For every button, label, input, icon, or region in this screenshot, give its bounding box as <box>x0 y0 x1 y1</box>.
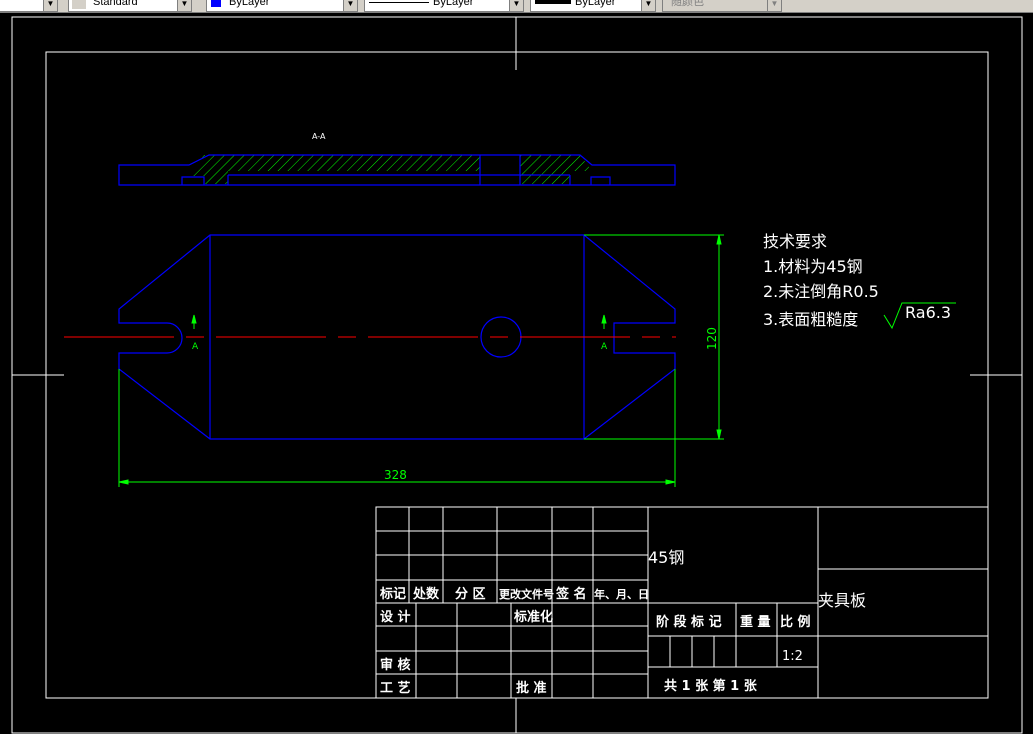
text-style-icon <box>72 0 86 9</box>
properties-toolbar: ▼ Standard ▼ ByLayer ▼ ByLayer ▼ ByLayer… <box>0 0 1033 13</box>
chevron-down-icon[interactable]: ▼ <box>177 0 191 11</box>
process-label: 工 艺 <box>380 680 411 696</box>
header-count: 处数 <box>412 586 440 602</box>
roughness-value: Ra6.3 <box>905 303 951 322</box>
text-style-value: Standard <box>93 0 138 8</box>
material-value: 45钢 <box>648 548 684 567</box>
plot-style-combo[interactable]: 随颜色 ▼ <box>662 0 782 12</box>
section-hatch-left <box>189 155 480 184</box>
scale-value: 1:2 <box>782 649 803 664</box>
linetype-scale-combo[interactable]: ▼ <box>0 0 58 12</box>
dimension-width-label: 328 <box>384 468 407 482</box>
stage-mark-label: 阶 段 标 记 <box>656 614 722 630</box>
lineweight-preview-icon <box>535 0 571 4</box>
chevron-down-icon[interactable]: ▼ <box>641 0 655 11</box>
technical-notes: 技术要求 1.材料为45钢 2.未注倒角R0.5 3.表面粗糙度 Ra6.3 <box>763 232 956 330</box>
review-label: 审 核 <box>380 657 411 673</box>
drawing-canvas[interactable]: A-A A A 328 120 技术要求 1.材料为45钢 2.未注倒角R0.5… <box>0 13 1033 734</box>
header-zone: 分 区 <box>455 586 486 602</box>
part-name: 夹具板 <box>818 591 866 610</box>
section-arrow-label-left: A <box>192 342 199 352</box>
section-step-right <box>590 176 611 185</box>
notes-title: 技术要求 <box>763 232 827 251</box>
header-doc: 更改文件号 <box>499 587 554 601</box>
color-value: ByLayer <box>229 0 270 8</box>
notes-line-3: 3.表面粗糙度 <box>763 310 858 329</box>
sheets-label: 共 1 张 第 1 张 <box>664 678 758 694</box>
notes-line-2: 2.未注倒角R0.5 <box>763 282 879 301</box>
dimension-height-label: 120 <box>705 327 719 350</box>
section-arrow-label-right: A <box>601 342 608 352</box>
chevron-down-icon[interactable]: ▼ <box>767 0 781 11</box>
section-step-left <box>181 176 205 185</box>
chevron-down-icon[interactable]: ▼ <box>343 0 357 11</box>
lineweight-combo[interactable]: ByLayer ▼ <box>530 0 656 12</box>
chevron-down-icon[interactable]: ▼ <box>43 0 57 11</box>
section-label: A-A <box>312 132 326 141</box>
linetype-value: ByLayer <box>433 0 474 8</box>
color-combo[interactable]: ByLayer ▼ <box>206 0 358 12</box>
chevron-down-icon[interactable]: ▼ <box>509 0 523 11</box>
title-block <box>375 506 989 699</box>
notes-line-1: 1.材料为45钢 <box>763 257 863 276</box>
design-label: 设 计 <box>380 609 411 625</box>
section-arrows <box>191 314 607 329</box>
header-sign: 签 名 <box>555 586 587 602</box>
section-hatch-right <box>520 155 592 184</box>
header-mark: 标记 <box>379 586 406 602</box>
section-view <box>118 154 676 186</box>
linetype-preview-icon <box>369 2 429 3</box>
plot-style-value: 随颜色 <box>671 0 704 8</box>
color-swatch-icon <box>211 0 221 7</box>
weight-label: 重 量 <box>740 614 771 630</box>
linetype-combo[interactable]: ByLayer ▼ <box>364 0 524 12</box>
standardize-label: 标准化 <box>513 609 553 625</box>
approve-label: 批 准 <box>516 680 547 696</box>
header-date: 年、月、日 <box>594 587 649 601</box>
text-style-combo[interactable]: Standard ▼ <box>68 0 192 12</box>
lineweight-value: ByLayer <box>575 0 616 8</box>
scale-label: 比 例 <box>780 614 811 630</box>
